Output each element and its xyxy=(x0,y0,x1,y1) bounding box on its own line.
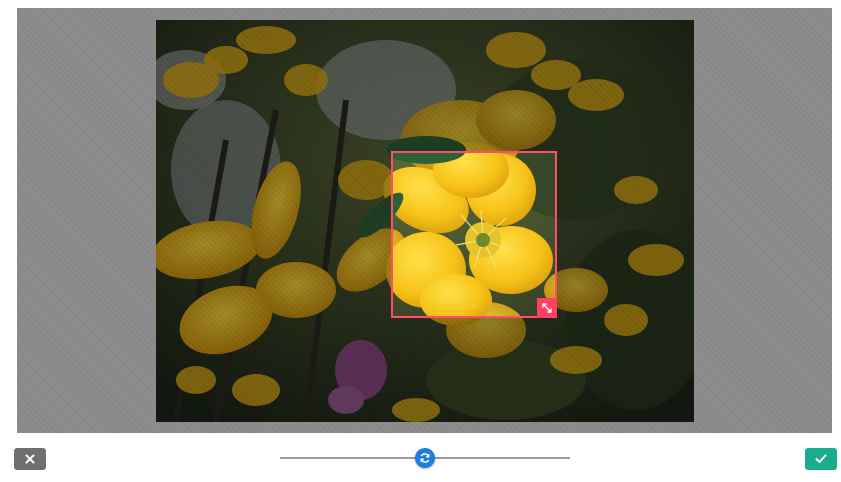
resize-handle[interactable] xyxy=(537,298,557,318)
zoom-slider[interactable] xyxy=(280,448,570,468)
close-icon xyxy=(25,454,35,464)
rotate-icon xyxy=(419,452,431,464)
cancel-button[interactable] xyxy=(14,448,46,470)
crop-selection[interactable] xyxy=(391,151,557,318)
photo-canvas[interactable] xyxy=(156,20,694,422)
resize-diagonal-icon xyxy=(541,302,553,314)
crop-stage xyxy=(17,8,832,433)
confirm-button[interactable] xyxy=(805,448,837,470)
zoom-slider-thumb[interactable] xyxy=(415,448,435,468)
check-icon xyxy=(815,454,827,464)
